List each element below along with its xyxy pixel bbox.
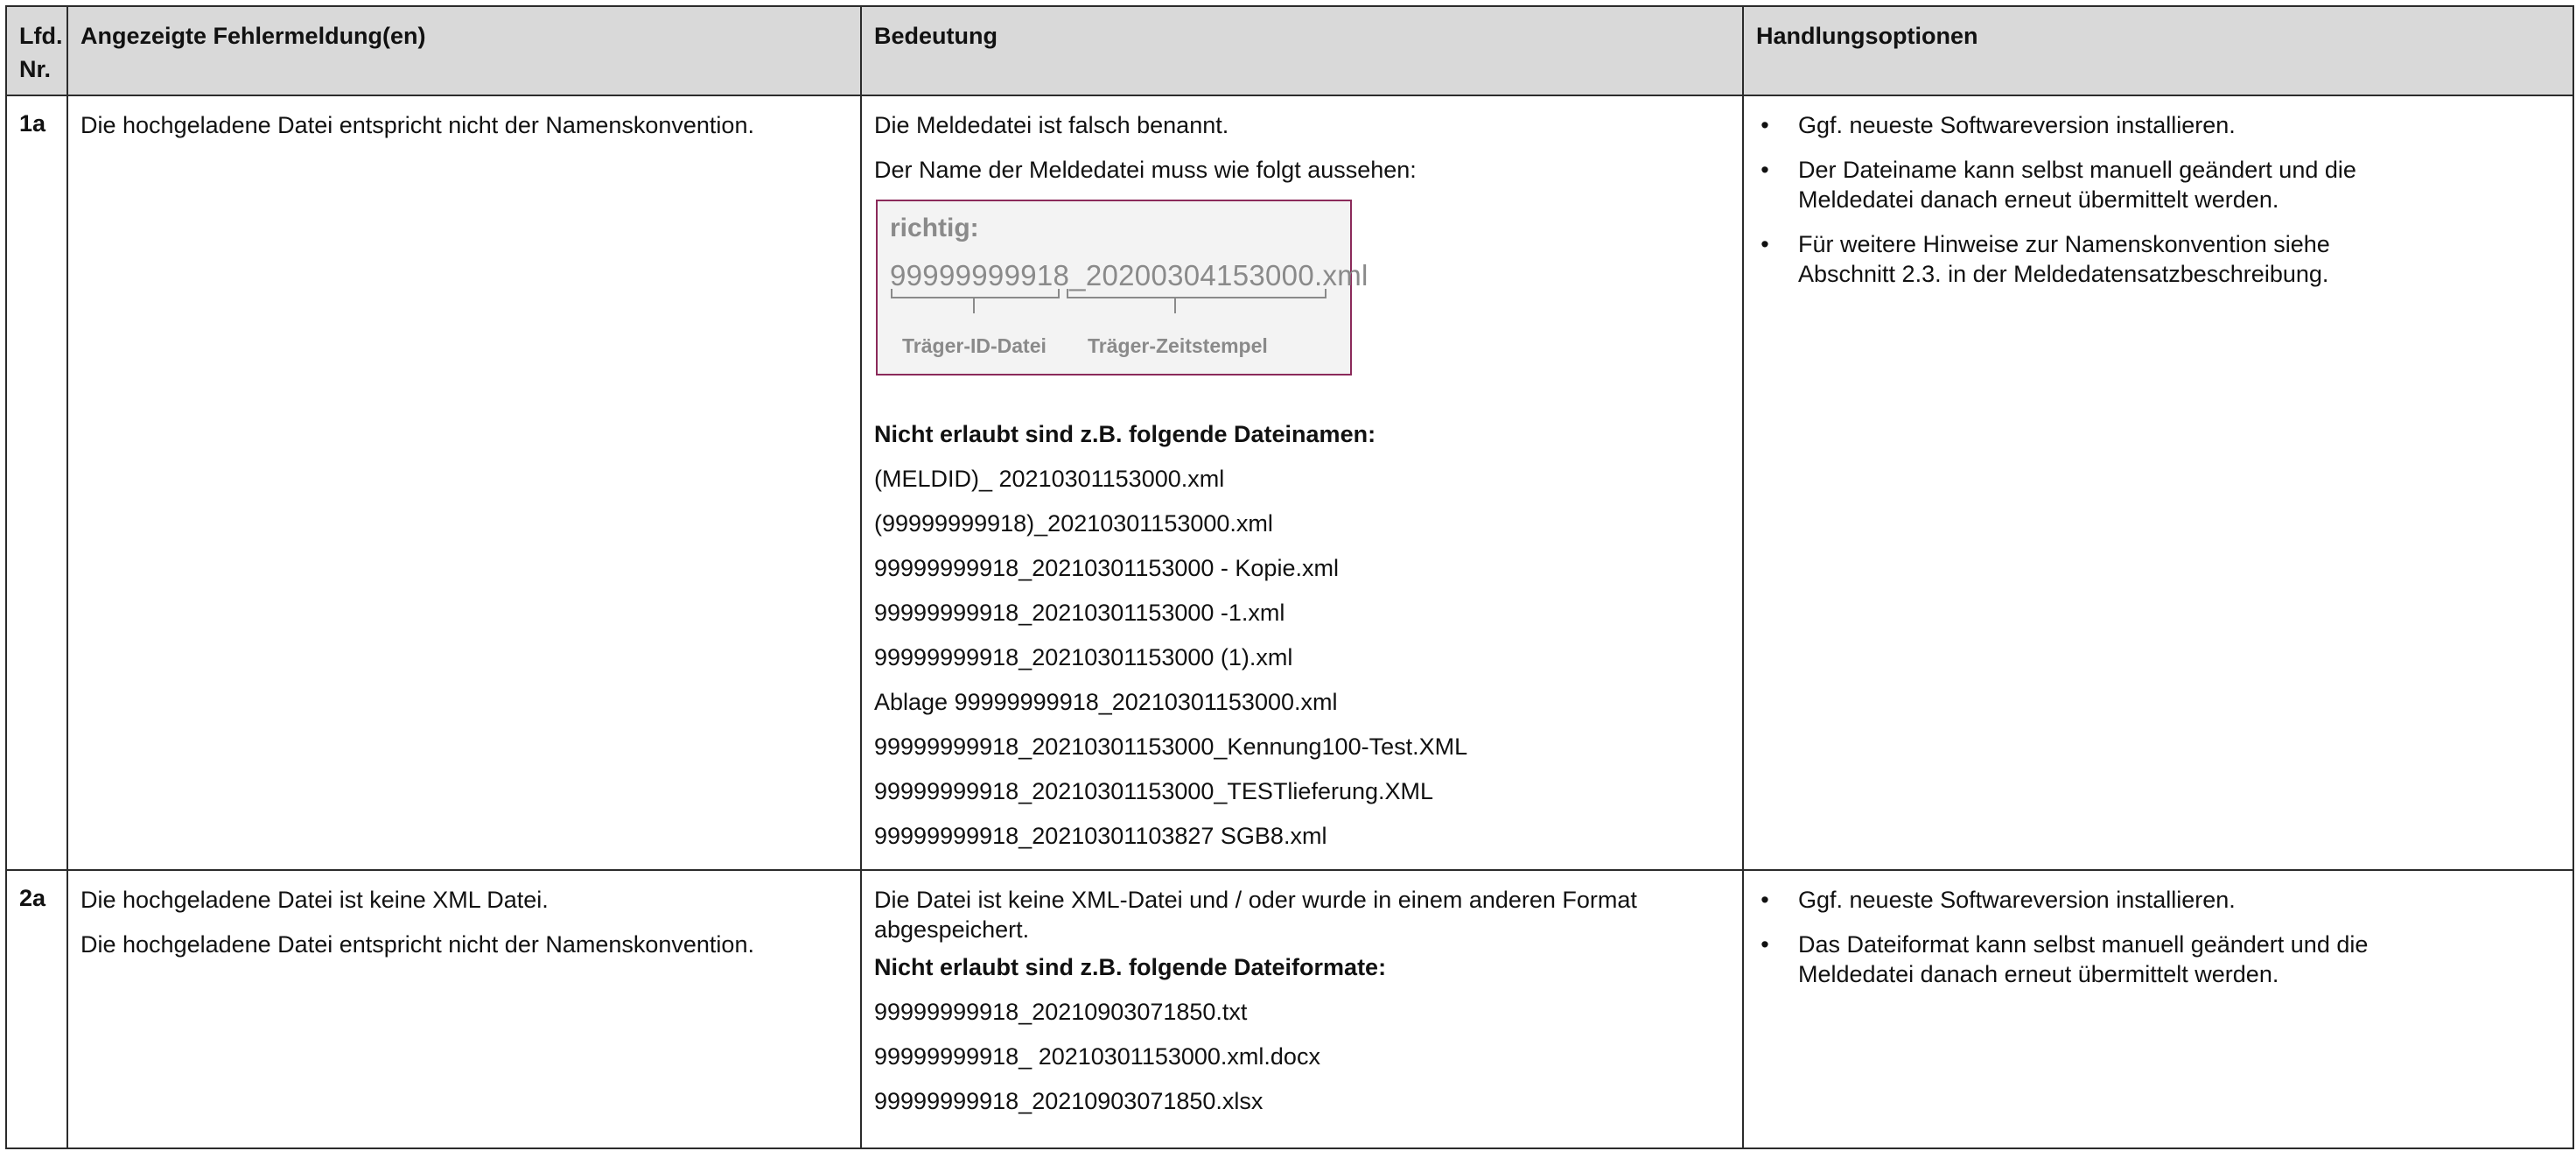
header-row: Lfd. Nr. Angezeigte Fehlermeldung(en) Be… [5,5,2574,96]
list-item: • Ggf. neueste Softwareversion installier… [1760,885,2428,915]
not-allowed-filename: 99999999918_20210301153000_TESTlieferung… [874,778,1434,804]
correct-filename: 99999999918_20200304153000.xml [890,259,1368,291]
not-allowed-filename: 99999999918_20210301153000 -1.xml [874,600,1285,626]
list-item: • Das Dateiformat kann selbst manuell geä… [1760,930,2428,989]
options-list: • Ggf. neueste Softwareversion installier… [1756,110,2560,289]
meaning-cell: Die Datei ist keine XML-Datei und / oder… [860,869,1744,1149]
header-nr: Lfd. Nr. [5,5,68,96]
not-allowed-filename: 99999999918_20210301153000_Kennung100-Te… [874,733,1468,760]
correct-label: richtig: [890,214,979,242]
error-message: Die hochgeladene Datei entspricht nicht … [80,112,754,138]
not-allowed-filename: 99999999918_20210301153000 (1).xml [874,644,1293,670]
list-item: • Der Dateiname kann selbst manuell geänd… [1760,155,2428,214]
header-meaning: Bedeutung [860,5,1744,96]
options-list: • Ggf. neueste Softwareversion installier… [1756,885,2560,989]
not-allowed-filename: (MELDID)_ 20210301153000.xml [874,466,1225,492]
not-allowed-heading: Nicht erlaubt sind z.B. folgende Dateifo… [874,954,1387,980]
not-allowed-filename: 99999999918_20210301103827 SGB8.xml [874,823,1327,849]
traeger-id-label: Träger-ID-Datei [902,334,1046,357]
options-cell: • Ggf. neueste Softwareversion installier… [1742,95,2574,871]
not-allowed-heading: Nicht erlaubt sind z.B. folgende Dateina… [874,421,1376,447]
bullet-icon: • [1760,112,1769,138]
meaning-cell: Die Meldedatei ist falsch benannt. Der N… [860,95,1744,871]
filename-example-box: richtig: 99999999918_20200304153000.xml … [876,200,1368,375]
error-message-cell: Die hochgeladene Datei ist keine XML Dat… [66,869,862,1149]
not-allowed-filename: 99999999918_20210301153000 - Kopie.xml [874,555,1339,581]
bullet-icon: • [1760,931,1769,958]
error-message: Die hochgeladene Datei entspricht nicht … [80,931,754,958]
meaning-text: Der Name der Meldedatei muss wie folgt a… [874,157,1417,183]
bullet-icon: • [1760,231,1769,257]
list-item: • Ggf. neueste Softwareversion installier… [1760,110,2428,140]
error-table: Lfd. Nr. Angezeigte Fehlermeldung(en) Be… [5,5,2574,1149]
error-message: Die hochgeladene Datei ist keine XML Dat… [80,887,549,913]
list-item: • Für weitere Hinweise zur Namenskonventi… [1760,229,2428,289]
meaning-text: Die Meldedatei ist falsch benannt. [874,112,1229,138]
bullet-icon: • [1760,157,1769,183]
header-message: Angezeigte Fehlermeldung(en) [66,5,862,96]
not-allowed-filename: 99999999918_ 20210301153000.xml.docx [874,1043,1320,1070]
not-allowed-filename: 99999999918_20210903071850.xlsx [874,1088,1264,1114]
meaning-text: Die Datei ist keine XML-Datei und / oder… [874,887,1637,943]
not-allowed-filename: 99999999918_20210903071850.txt [874,999,1248,1025]
row-number: 2a [5,869,68,1149]
not-allowed-filename: Ablage 99999999918_20210301153000.xml [874,689,1338,715]
table-row: 1a Die hochgeladene Datei entspricht nic… [5,95,2574,871]
traeger-timestamp-label: Träger-Zeitstempel [1088,334,1268,357]
table-row: 2a Die hochgeladene Datei ist keine XML … [5,869,2574,1149]
options-cell: • Ggf. neueste Softwareversion installier… [1742,869,2574,1149]
error-message-cell: Die hochgeladene Datei entspricht nicht … [66,95,862,871]
bullet-icon: • [1760,887,1769,913]
header-options: Handlungsoptionen [1742,5,2574,96]
not-allowed-filename: (99999999918)_20210301153000.xml [874,510,1273,537]
row-number: 1a [5,95,68,871]
